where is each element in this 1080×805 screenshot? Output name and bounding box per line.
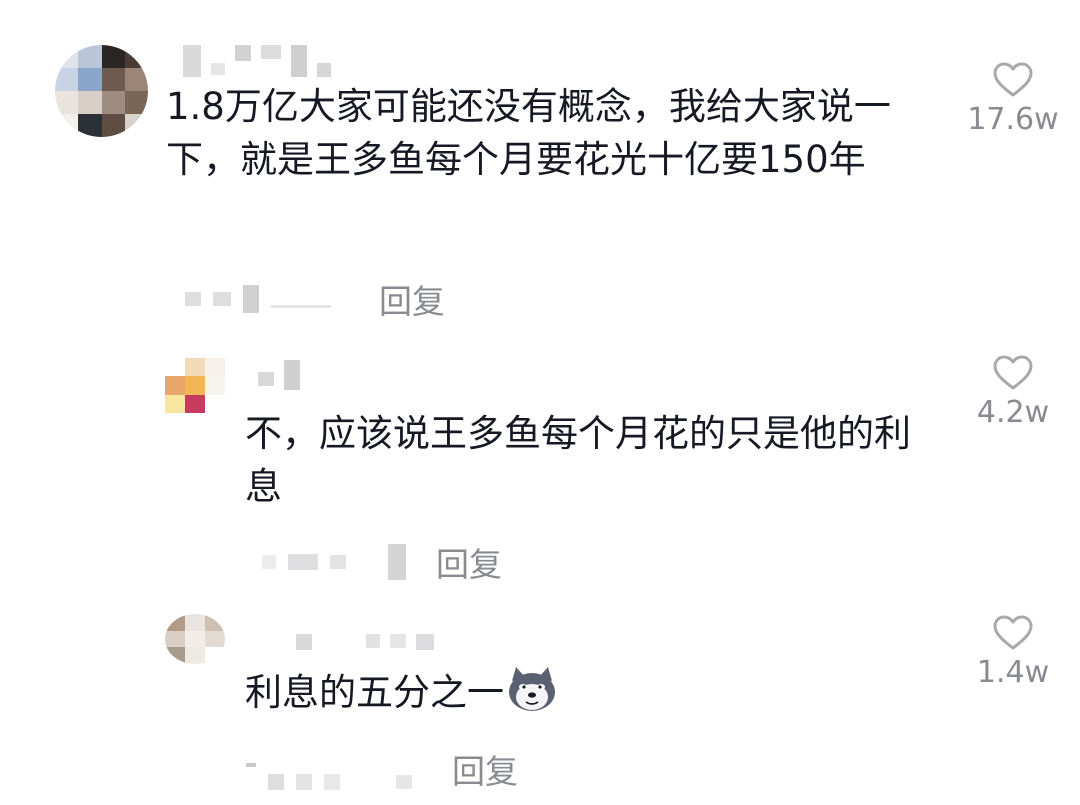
like-count: 4.2w <box>976 395 1050 430</box>
doge-emoji-icon <box>509 667 555 711</box>
like-count: 1.4w <box>976 655 1050 690</box>
avatar[interactable] <box>165 614 225 664</box>
comment-meta: 回复 <box>262 538 502 586</box>
avatar[interactable] <box>55 45 148 137</box>
comment-text: 1.8万亿大家可能还没有概念，我给大家说一下，就是王多鱼每个月要花光十亿要150… <box>166 85 891 181</box>
comment-text-content: 利息的五分之一 <box>245 671 504 714</box>
comment-meta: 回复 <box>246 745 518 793</box>
comment-time <box>246 748 412 790</box>
username[interactable] <box>258 360 300 390</box>
username[interactable] <box>183 45 331 77</box>
reply-button[interactable]: 回复 <box>379 275 445 323</box>
reply-button[interactable]: 回复 <box>452 745 518 793</box>
comment-text: 利息的五分之一 <box>245 665 945 719</box>
comment-time <box>262 544 406 580</box>
comment-meta: 回复 <box>185 275 445 323</box>
heart-outline-icon <box>993 615 1033 650</box>
like-button[interactable]: 17.6w <box>963 62 1063 137</box>
like-button[interactable]: 4.2w <box>963 355 1063 430</box>
like-count: 17.6w <box>967 102 1059 137</box>
avatar[interactable] <box>165 358 225 413</box>
username[interactable] <box>296 634 434 658</box>
comment-time <box>185 285 331 313</box>
heart-outline-icon <box>993 62 1033 97</box>
reply-button[interactable]: 回复 <box>436 538 502 586</box>
heart-outline-icon <box>993 355 1033 390</box>
comment-text: 不，应该说王多鱼每个月花的只是他的利息 <box>245 412 911 508</box>
like-button[interactable]: 1.4w <box>963 615 1063 690</box>
